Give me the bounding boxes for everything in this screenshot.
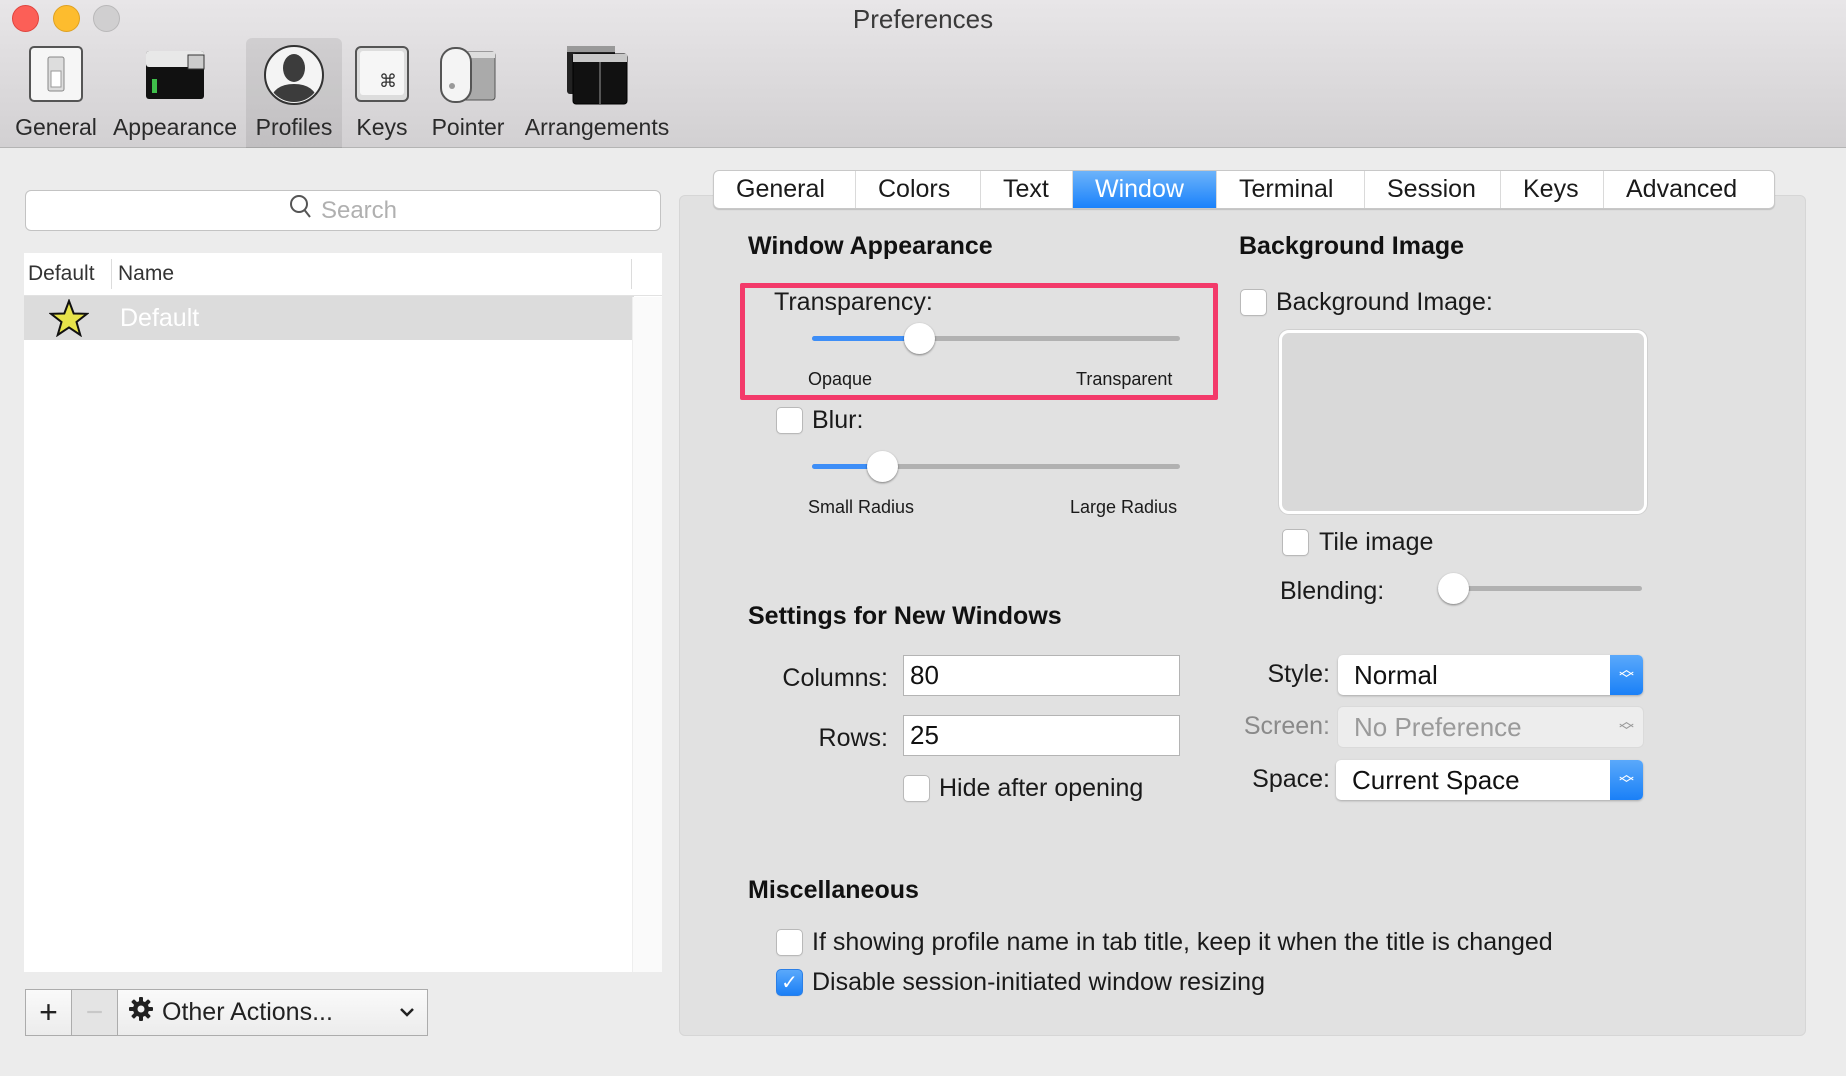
column-header-name[interactable]: Name	[112, 259, 632, 289]
up-down-arrows-icon: ︿ ﹀	[1618, 713, 1634, 740]
blur-slider[interactable]	[812, 451, 1180, 482]
toolbar-item-profiles[interactable]: Profiles	[246, 38, 342, 148]
profile-actions-bar: + − Other Actions...	[25, 989, 428, 1036]
gear-icon	[128, 996, 154, 1029]
disable-resizing-label: Disable session-initiated window resizin…	[812, 968, 1265, 996]
columns-label: Columns:	[782, 664, 888, 692]
toolbar-label: Profiles	[255, 114, 333, 140]
slider-fill	[812, 336, 919, 341]
profile-name: Default	[120, 303, 200, 332]
transparency-max-label: Transparent	[1076, 369, 1173, 389]
slider-thumb[interactable]	[866, 451, 898, 482]
terminal-window-icon	[140, 38, 210, 112]
add-profile-button[interactable]: +	[26, 990, 72, 1035]
toolbar-item-keys[interactable]: ⌘ Keys	[350, 38, 414, 148]
background-image-well[interactable]	[1279, 330, 1647, 514]
background-image-label: Background Image:	[1276, 288, 1493, 316]
tile-image-checkbox[interactable]	[1282, 529, 1309, 556]
profile-tabs: General Colors Text Window Terminal Sess…	[713, 170, 1775, 209]
other-actions-dropdown[interactable]: Other Actions...	[118, 990, 427, 1035]
toolbar-label: Pointer	[431, 114, 505, 140]
user-silhouette-icon	[259, 38, 329, 112]
search-icon	[289, 194, 313, 227]
tab-advanced[interactable]: Advanced	[1604, 171, 1774, 208]
profile-list[interactable]: Default Name Default	[24, 253, 662, 972]
toolbar-item-appearance[interactable]: Appearance	[110, 38, 240, 148]
slider-thumb[interactable]	[903, 323, 935, 354]
transparency-slider[interactable]	[812, 323, 1180, 354]
section-heading-new-windows: Settings for New Windows	[748, 602, 1062, 630]
toolbar-label: Keys	[356, 114, 408, 140]
section-heading-window-appearance: Window Appearance	[748, 232, 993, 260]
section-heading-miscellaneous: Miscellaneous	[748, 876, 919, 904]
background-image-checkbox[interactable]	[1240, 289, 1267, 316]
columns-input[interactable]: 80	[903, 655, 1180, 696]
tile-image-label: Tile image	[1319, 528, 1434, 556]
toolbar-item-arrangements[interactable]: Arrangements	[520, 38, 674, 148]
space-label: Space:	[1252, 765, 1330, 793]
blur-label: Blur:	[812, 406, 864, 434]
section-heading-background-image: Background Image	[1239, 232, 1465, 260]
toolbar-label: Arrangements	[524, 114, 670, 140]
remove-profile-button[interactable]: −	[72, 990, 118, 1035]
tab-keys[interactable]: Keys	[1501, 171, 1604, 208]
profile-search-input[interactable]: Search	[25, 190, 661, 231]
profile-list-scrollbar[interactable]	[632, 297, 662, 972]
space-popup[interactable]: Current Space ︿ ﹀	[1336, 760, 1643, 800]
tab-terminal[interactable]: Terminal	[1217, 171, 1365, 208]
window-title: Preferences	[852, 4, 994, 34]
screen-popup: No Preference ︿ ﹀	[1338, 707, 1643, 747]
up-down-arrows-icon: ︿ ﹀	[1610, 655, 1643, 695]
space-value: Current Space	[1352, 764, 1520, 795]
checkmark-icon: ✓	[781, 972, 798, 994]
style-value: Normal	[1354, 659, 1438, 690]
screen-value: No Preference	[1354, 711, 1522, 742]
transparency-label: Transparency:	[774, 288, 933, 316]
default-star-icon	[24, 299, 114, 337]
slider-thumb[interactable]	[1438, 573, 1469, 604]
toolbar-label: General	[15, 114, 97, 140]
blur-min-label: Small Radius	[808, 497, 915, 517]
toolbar-item-pointer[interactable]: Pointer	[426, 38, 510, 148]
blending-slider[interactable]	[1438, 573, 1642, 604]
profile-row[interactable]: Default	[24, 296, 634, 340]
blending-label: Blending:	[1280, 577, 1385, 605]
tab-text[interactable]: Text	[981, 171, 1073, 208]
mouse-icon	[433, 38, 503, 112]
column-header-default[interactable]: Default	[24, 259, 112, 289]
toolbar-item-general[interactable]: General	[12, 38, 100, 148]
rows-input[interactable]: 25	[903, 715, 1180, 756]
svg-text:⌘: ⌘	[379, 71, 397, 92]
command-key-icon: ⌘	[347, 38, 417, 112]
hide-after-opening-checkbox[interactable]	[903, 775, 930, 802]
switch-icon	[21, 38, 91, 112]
hide-after-opening-label: Hide after opening	[939, 774, 1144, 802]
profile-list-header: Default Name	[24, 253, 662, 296]
style-label: Style:	[1267, 660, 1330, 688]
style-popup[interactable]: Normal ︿ ﹀	[1338, 655, 1643, 695]
search-placeholder: Search	[320, 196, 398, 224]
keep-profile-name-label: If showing profile name in tab title, ke…	[812, 928, 1553, 956]
screen-label: Screen:	[1243, 712, 1330, 740]
rows-label: Rows:	[818, 724, 888, 752]
stacked-windows-icon	[562, 38, 632, 112]
up-down-arrows-icon: ︿ ﹀	[1610, 760, 1643, 800]
toolbar-label: Appearance	[112, 114, 238, 140]
tab-session[interactable]: Session	[1365, 171, 1501, 208]
tab-general[interactable]: General	[714, 171, 856, 208]
other-actions-label: Other Actions...	[162, 998, 333, 1026]
blur-checkbox[interactable]	[776, 407, 803, 434]
transparency-min-label: Opaque	[808, 369, 873, 389]
tab-colors[interactable]: Colors	[856, 171, 981, 208]
disable-resizing-checkbox[interactable]: ✓	[776, 969, 803, 996]
blur-max-label: Large Radius	[1070, 497, 1178, 517]
chevron-down-icon	[399, 1002, 415, 1023]
keep-profile-name-checkbox[interactable]	[776, 929, 803, 956]
tab-window[interactable]: Window	[1073, 171, 1217, 208]
